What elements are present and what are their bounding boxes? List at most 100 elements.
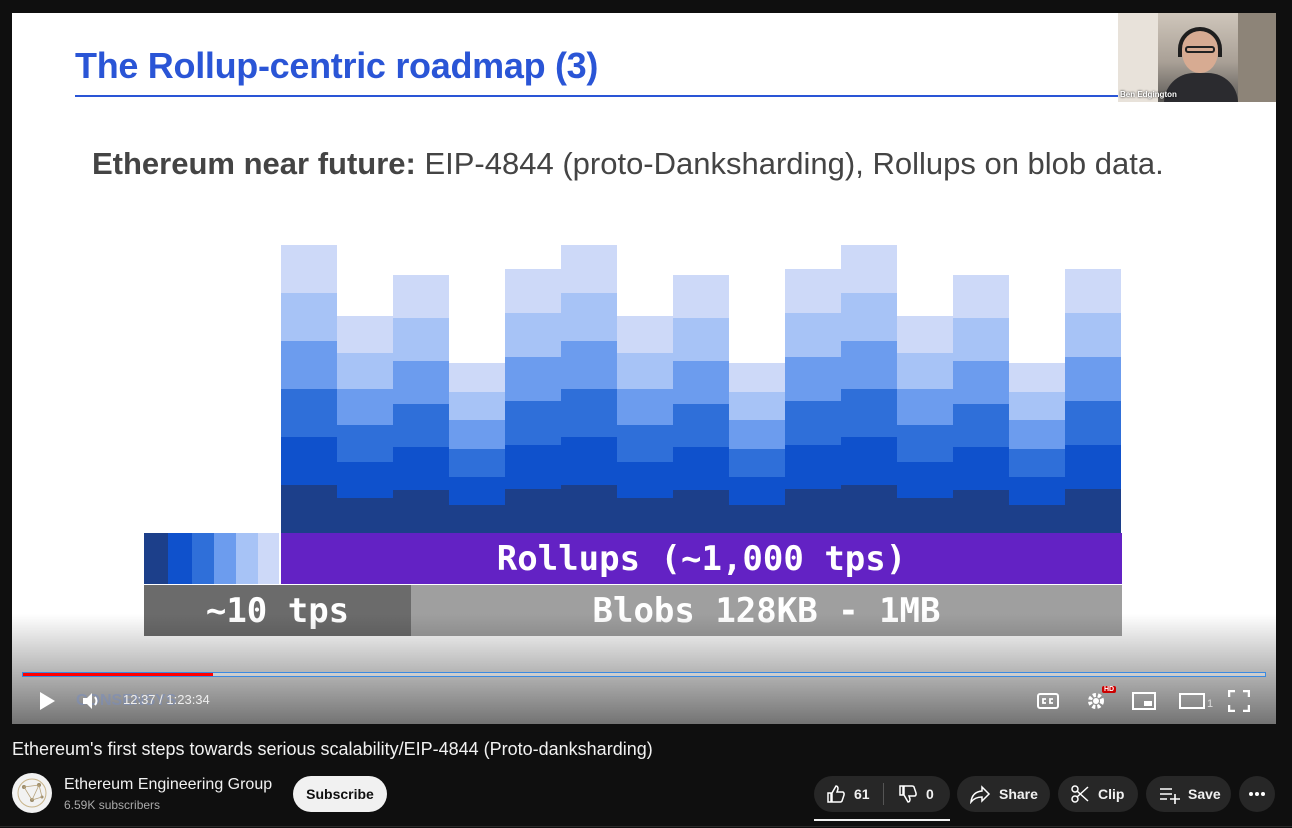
blob-segment <box>449 419 505 449</box>
subscriber-count: 6.59K subscribers <box>64 798 161 812</box>
hd-badge: HD <box>1102 686 1117 693</box>
like-dislike-group: 61 0 <box>814 776 950 812</box>
blob-segment <box>505 401 561 445</box>
blob-segment <box>281 341 337 389</box>
blob-segment <box>449 504 505 534</box>
blob-segment <box>393 275 449 318</box>
blob-segment <box>729 391 785 421</box>
share-label: Share <box>999 786 1038 802</box>
blob-segment <box>1065 269 1121 313</box>
like-button[interactable]: 61 <box>826 784 886 804</box>
captions-button[interactable] <box>1036 689 1060 713</box>
blob-segment <box>897 460 953 498</box>
blob-segment <box>561 389 617 437</box>
headset-icon <box>1178 27 1222 57</box>
blob-segment <box>337 460 393 498</box>
blob-segment <box>841 437 897 485</box>
blob-segment <box>1065 489 1121 533</box>
blob-segment <box>785 357 841 401</box>
l1-block <box>258 533 279 584</box>
l1-block <box>214 533 236 584</box>
blob-segment <box>281 485 337 533</box>
blob-segment <box>449 448 505 477</box>
rollups-band: Rollups (~1,000 tps) <box>281 533 1122 584</box>
fullscreen-icon <box>1228 690 1250 712</box>
subscribe-button[interactable]: Subscribe <box>293 776 387 812</box>
channel-avatar[interactable] <box>12 773 52 813</box>
channel-name[interactable]: Ethereum Engineering Group <box>64 776 272 794</box>
blob-segment <box>953 447 1009 490</box>
blob-segment <box>617 460 673 498</box>
blob-segment <box>1009 363 1065 392</box>
blob-segment <box>673 447 729 490</box>
theater-icon <box>1179 693 1205 709</box>
clip-button[interactable]: Clip <box>1058 776 1138 812</box>
mute-button[interactable] <box>80 689 104 713</box>
progress-bar[interactable] <box>22 672 1266 677</box>
blob-segment <box>449 363 505 392</box>
blob-segment <box>1065 313 1121 357</box>
save-label: Save <box>1188 786 1221 802</box>
blob-segment <box>785 489 841 533</box>
blob-segment <box>393 361 449 404</box>
thumbs-down-icon <box>899 785 917 803</box>
webcam-background <box>1118 13 1158 102</box>
blob-segment <box>953 275 1009 318</box>
blob-segment <box>393 318 449 361</box>
blob-segment <box>337 496 393 534</box>
blob-segment <box>1009 419 1065 449</box>
blob-segment <box>785 313 841 357</box>
blob-segment <box>1065 401 1121 445</box>
miniplayer-button[interactable] <box>1131 689 1157 713</box>
blob-segment <box>785 445 841 489</box>
blob-segment <box>505 489 561 533</box>
blob-segment <box>337 388 393 426</box>
blob-segment <box>673 404 729 447</box>
blob-segment <box>729 504 785 534</box>
play-icon <box>40 692 55 710</box>
share-button[interactable]: Share <box>957 776 1050 812</box>
bottom-divider <box>0 826 1292 827</box>
thumbs-up-icon <box>827 785 845 803</box>
blob-segment <box>729 419 785 449</box>
play-button[interactable] <box>36 689 58 713</box>
blob-segment <box>281 245 337 293</box>
like-count: 61 <box>854 786 870 802</box>
blob-segment <box>561 485 617 533</box>
time-current: 12:37 <box>123 692 156 707</box>
l1-block <box>144 533 168 584</box>
blob-segment <box>393 490 449 533</box>
blob-segment <box>897 316 953 353</box>
blob-segment <box>673 275 729 318</box>
blob-segment <box>561 341 617 389</box>
blob-segment <box>1009 504 1065 534</box>
blob-segment <box>449 391 505 421</box>
blob-segment <box>897 388 953 426</box>
playlist-add-icon <box>1160 788 1180 804</box>
fullscreen-button[interactable] <box>1227 689 1251 713</box>
blob-segment <box>841 341 897 389</box>
l1-block <box>192 533 214 584</box>
save-button[interactable]: Save <box>1146 776 1231 812</box>
time-display: 12:37 / 1:23:34 <box>123 692 210 707</box>
webcam-background-right <box>1238 13 1276 102</box>
video-player[interactable]: The Rollup-centric roadmap (3) Ethereum … <box>12 13 1276 724</box>
blob-segment <box>617 316 673 353</box>
webcam-name-label: Ben Edgington <box>1120 90 1177 99</box>
blob-segment <box>617 352 673 390</box>
blob-segment <box>897 352 953 390</box>
like-divider <box>883 783 884 805</box>
dislike-button[interactable]: 0 <box>898 784 934 804</box>
blob-segment <box>841 293 897 341</box>
blob-segment <box>841 485 897 533</box>
blob-segment <box>617 388 673 426</box>
theater-button[interactable] <box>1178 689 1206 713</box>
blob-segment <box>281 389 337 437</box>
volume-icon <box>83 693 98 709</box>
time-separator: / <box>155 692 167 707</box>
blob-segment <box>673 318 729 361</box>
dislike-count: 0 <box>926 786 934 802</box>
l1-block <box>168 533 192 584</box>
blob-segment <box>673 490 729 533</box>
more-actions-button[interactable] <box>1239 776 1275 812</box>
